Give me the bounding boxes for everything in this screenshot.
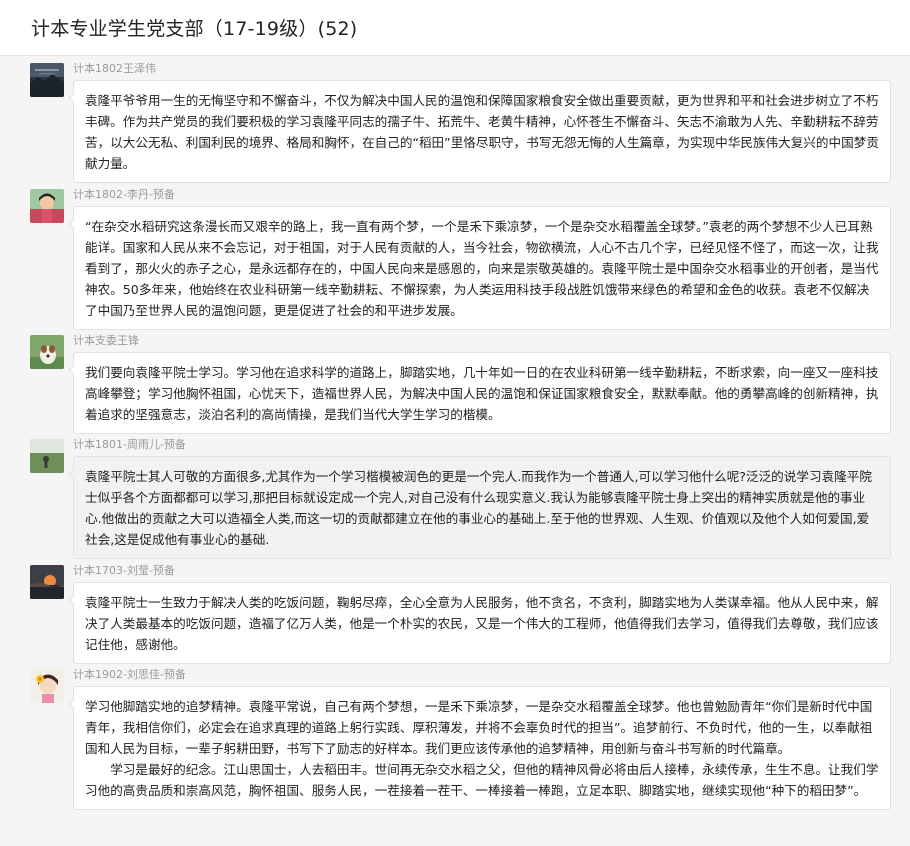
flower-girl-avatar[interactable]	[30, 669, 64, 703]
message-text: 袁隆平爷爷用一生的无悔坚守和不懈奋斗，不仅为解决中国人民的温饱和保障国家粮食安全…	[85, 93, 879, 171]
group-title: 计本专业学生党支部（17-19级）(52)	[31, 18, 358, 40]
message-text: 学习是最好的纪念。江山思国士，人去稻田丰。世间再无杂交水稻之父，但他的精神风骨必…	[85, 762, 879, 798]
message-text: 袁隆平院士其人可敬的方面很多,尤其作为一个学习楷模被润色的更是一个完人.而我作为…	[85, 469, 872, 547]
message-text: 学习他脚踏实地的追梦精神。袁隆平常说，自己有两个梦想，一是禾下乘凉梦，一是杂交水…	[85, 699, 873, 756]
girl-avatar[interactable]	[30, 189, 64, 223]
sender-name: 计本1802王泽伟	[73, 62, 156, 75]
message-bubble: 袁隆平院士其人可敬的方面很多,尤其作为一个学习楷模被润色的更是一个完人.而我作为…	[68, 456, 891, 559]
message-bubble: “在杂交水稻研究这条漫长而又艰辛的路上，我一直有两个梦，一个是禾下乘凉梦，一个是…	[68, 206, 891, 330]
landscape-avatar[interactable]	[30, 63, 64, 97]
message-bubble: 学习他脚踏实地的追梦精神。袁隆平常说，自己有两个梦想，一是禾下乘凉梦，一是杂交水…	[68, 686, 891, 810]
message-bubble: 袁隆平爷爷用一生的无悔坚守和不懈奋斗，不仅为解决中国人民的温饱和保障国家粮食安全…	[68, 80, 891, 183]
message-text: 我们要向袁隆平院士学习。学习他在追求科学的道路上，脚踏实地，几十年如一日的在农业…	[85, 365, 879, 422]
chat-header: 计本专业学生党支部（17-19级）(52)	[0, 0, 910, 56]
message-text: 袁隆平院士一生致力于解决人类的吃饭问题，鞠躬尽瘁，全心全意为人民服务，他不贪名，…	[85, 595, 879, 652]
message-text: “在杂交水稻研究这条漫长而又艰辛的路上，我一直有两个梦，一个是禾下乘凉梦，一个是…	[85, 219, 879, 318]
message-bubble: 袁隆平院士一生致力于解决人类的吃饭问题，鞠躬尽瘁，全心全意为人民服务，他不贪名，…	[68, 582, 891, 664]
dog-avatar[interactable]	[30, 335, 64, 369]
message-bubble: 我们要向袁隆平院士学习。学习他在追求科学的道路上，脚踏实地，几十年如一日的在农业…	[68, 352, 891, 434]
field-avatar[interactable]	[30, 439, 64, 473]
sender-name: 计本1703-刘莹-预备	[73, 564, 175, 577]
sender-name: 计本1902-刘思佳-预备	[73, 668, 186, 681]
sender-name: 计本1801-周雨儿-预备	[73, 438, 186, 451]
sender-name: 计本1802-李丹-预备	[73, 188, 175, 201]
sunset-avatar[interactable]	[30, 565, 64, 599]
sender-name: 计本支委王锋	[73, 334, 139, 347]
